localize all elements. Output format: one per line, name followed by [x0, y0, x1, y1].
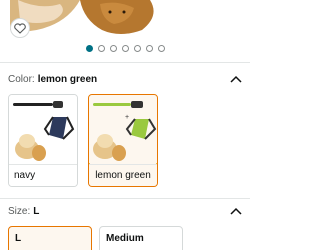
divider [0, 198, 250, 199]
color-option-label: lemon green [89, 164, 157, 186]
product-image[interactable] [0, 0, 250, 38]
carousel-dots[interactable] [0, 45, 250, 52]
size-value: L [33, 206, 40, 217]
wishlist-heart-button[interactable] [10, 18, 30, 38]
lemon-green-harness-thumbnail: + [89, 95, 157, 163]
color-label: Color: [8, 74, 35, 85]
carousel-dot[interactable] [133, 45, 141, 52]
color-selector-header[interactable]: Color: lemon green [8, 74, 97, 85]
carousel-dot[interactable] [85, 45, 93, 52]
carousel-dot[interactable] [157, 45, 165, 52]
size-option-l[interactable]: L [8, 226, 92, 250]
navy-harness-thumbnail [9, 95, 77, 163]
color-value: lemon green [37, 74, 98, 85]
color-option-label: navy [9, 164, 77, 186]
size-option-label: Medium [106, 233, 144, 244]
color-option-lemon-green[interactable]: + lemon green [88, 94, 158, 187]
size-option-label: L [15, 233, 22, 244]
carousel-dot[interactable] [145, 45, 153, 52]
carousel-dot[interactable] [121, 45, 129, 52]
heart-icon [14, 22, 26, 34]
chevron-up-icon[interactable] [230, 75, 242, 83]
color-option-navy[interactable]: navy [8, 94, 78, 187]
size-option-medium[interactable]: Medium [99, 226, 183, 250]
size-selector-header[interactable]: Size: L [8, 206, 39, 217]
size-label: Size: [8, 206, 31, 217]
dogs-photo [10, 0, 200, 38]
carousel-dot[interactable] [109, 45, 117, 52]
divider [0, 62, 250, 63]
carousel-dot[interactable] [97, 45, 105, 52]
svg-text:+: + [125, 114, 129, 121]
chevron-up-icon[interactable] [230, 207, 242, 215]
